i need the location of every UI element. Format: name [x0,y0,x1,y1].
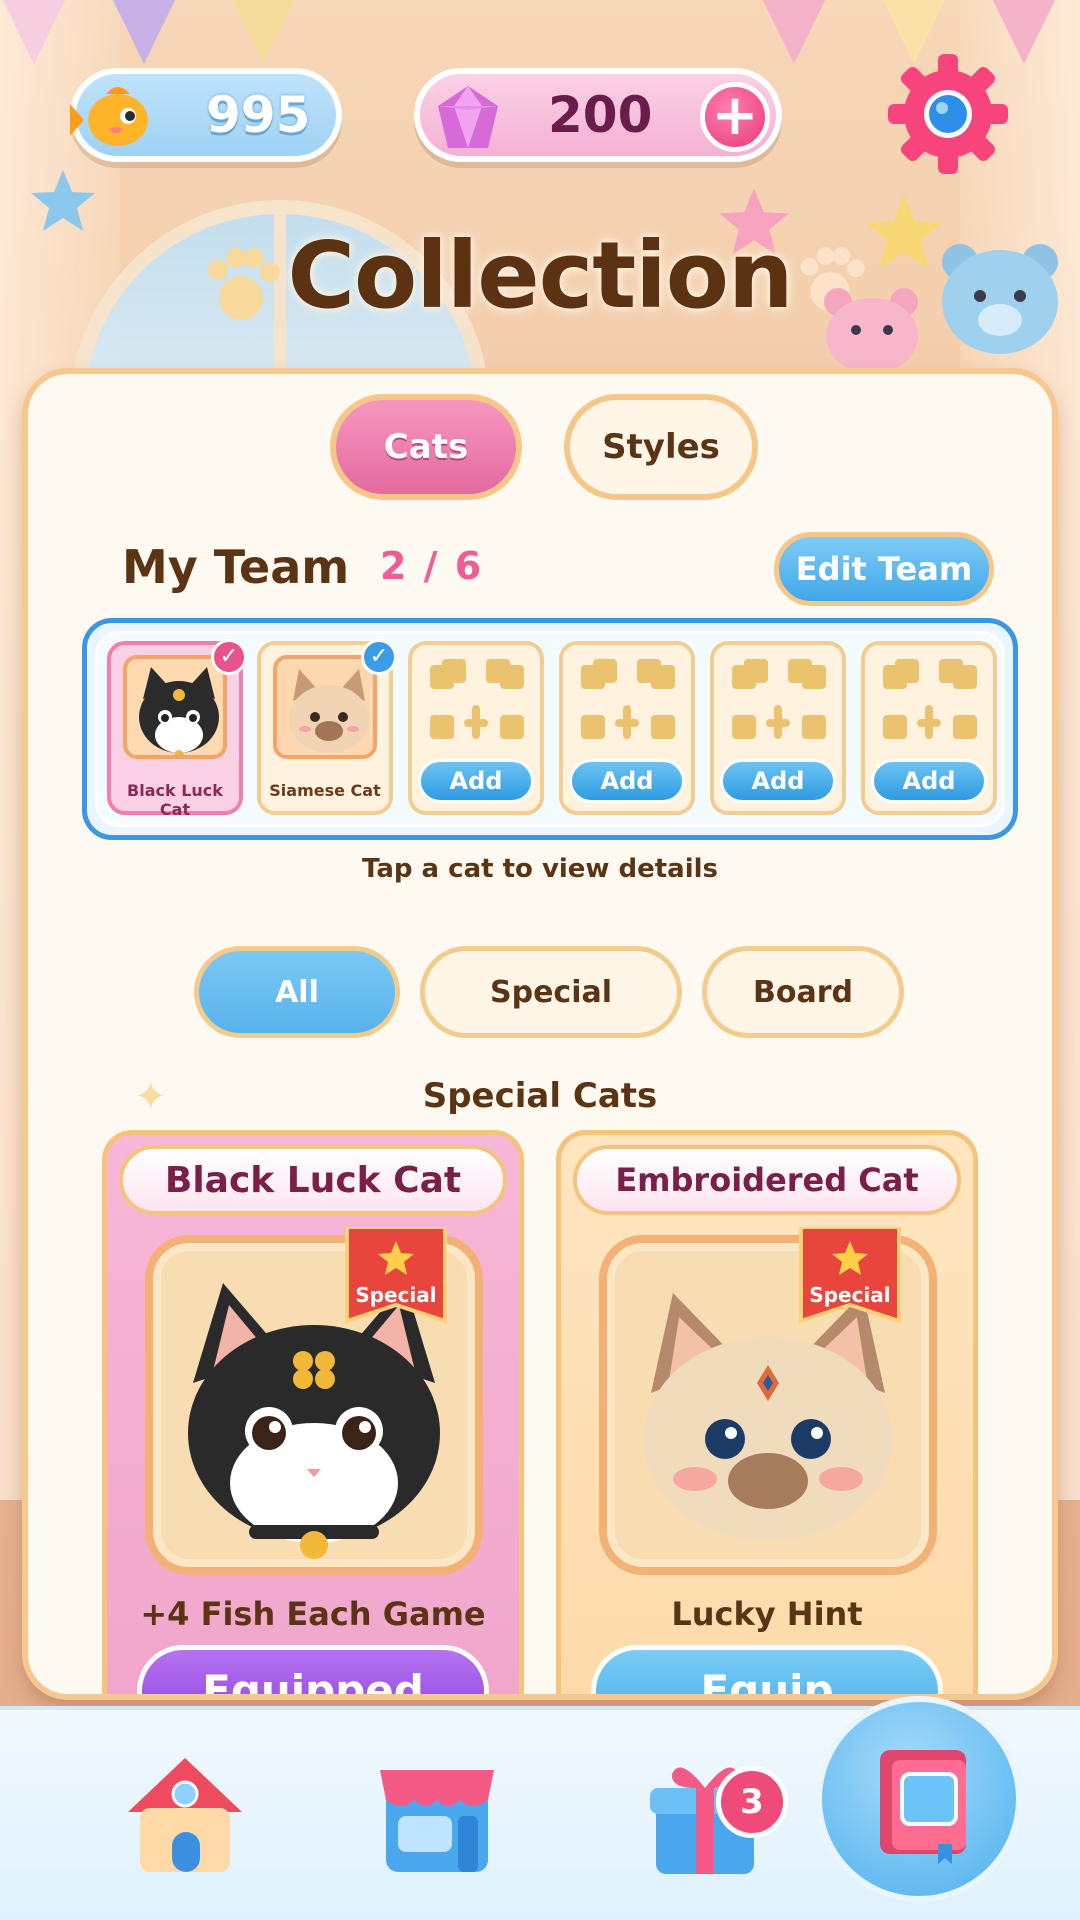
add-cat-button[interactable]: Add [418,759,534,803]
team-header: My Team 2 / 6 Edit Team [28,532,1052,612]
fish-currency-pill[interactable]: 995 [70,68,342,162]
team-slots: ✓ Black Luck Cat ✓ Siamese Cat Add Add A… [82,618,1018,840]
collection-book-icon [880,1750,966,1864]
empty-slot-icon [877,657,981,757]
equipped-button[interactable]: Equipped [137,1645,489,1694]
shop-icon[interactable] [372,1750,502,1880]
gem-count: 200 [548,86,653,144]
team-count: 2 / 6 [380,544,484,588]
team-slot-siamese-cat[interactable]: ✓ Siamese Cat [257,639,397,815]
collection-nav-button[interactable] [816,1696,1022,1902]
goldfish-icon [70,87,148,146]
collection-panel: Cats Styles My Team 2 / 6 Edit Team ✓ Bl… [22,368,1058,1700]
empty-slot-icon [726,657,830,757]
cat-card-name: Embroidered Cat [573,1145,961,1215]
tap-hint: Tap a cat to view details [361,854,719,884]
bottom-nav: 3 [0,1696,1080,1920]
team-slot-name: Black Luck Cat [127,781,223,819]
special-ribbon-icon [345,1227,447,1324]
filter-all[interactable]: All [194,946,400,1038]
selected-check-icon: ✓ [361,639,397,675]
special-tag: Special [355,1283,437,1307]
black-cat-face-icon [139,667,219,755]
add-cat-button[interactable]: Add [871,759,987,803]
team-slot-empty[interactable]: Add [710,641,846,815]
tab-styles[interactable]: Styles [564,394,758,500]
gem-icon [438,86,498,148]
page-title: Collection [287,222,794,329]
fish-count: 995 [206,86,311,144]
add-cat-button[interactable]: Add [569,759,685,803]
edit-team-button[interactable]: Edit Team [774,532,994,606]
section-title: Special Cats [422,1076,658,1116]
settings-gear-icon[interactable] [884,50,1012,178]
tab-bar: Cats Styles [28,394,1052,504]
cat-portrait [123,655,227,759]
siamese-cat-face-icon [289,669,369,753]
special-tag: Special [809,1283,891,1307]
empty-slot-icon [424,657,528,757]
cat-card-embroidered-cat[interactable]: Embroidered Cat Special Lucky Hint Equip [556,1130,978,1694]
cat-card-black-luck-cat[interactable]: Black Luck Cat Special +4 Fish Each Game… [102,1130,524,1694]
team-slot-empty[interactable]: Add [559,641,695,815]
gem-currency-pill[interactable]: 200 + [414,68,782,162]
selected-check-icon: ✓ [211,639,247,675]
team-title: My Team [122,540,350,594]
filter-special[interactable]: Special [420,946,682,1038]
special-ribbon-icon [799,1227,901,1324]
team-slot-empty[interactable]: Add [861,641,997,815]
cat-perk: Lucky Hint [671,1595,863,1633]
add-cat-button[interactable]: Add [720,759,836,803]
team-slot-empty[interactable]: Add [408,641,544,815]
tab-cats[interactable]: Cats [330,394,522,500]
empty-slot-icon [575,657,679,757]
team-slot-name: Siamese Cat [269,781,381,800]
filter-board[interactable]: Board [702,946,904,1038]
team-slot-black-luck-cat[interactable]: ✓ Black Luck Cat [107,639,247,819]
add-gems-button[interactable]: + [700,82,770,152]
cat-perk: +4 Fish Each Game [140,1595,486,1633]
cat-card-name: Black Luck Cat [119,1145,507,1215]
home-icon[interactable] [120,1750,250,1880]
equip-button[interactable]: Equip [591,1645,943,1694]
cat-portrait [273,655,377,759]
gift-badge: 3 [716,1766,788,1838]
